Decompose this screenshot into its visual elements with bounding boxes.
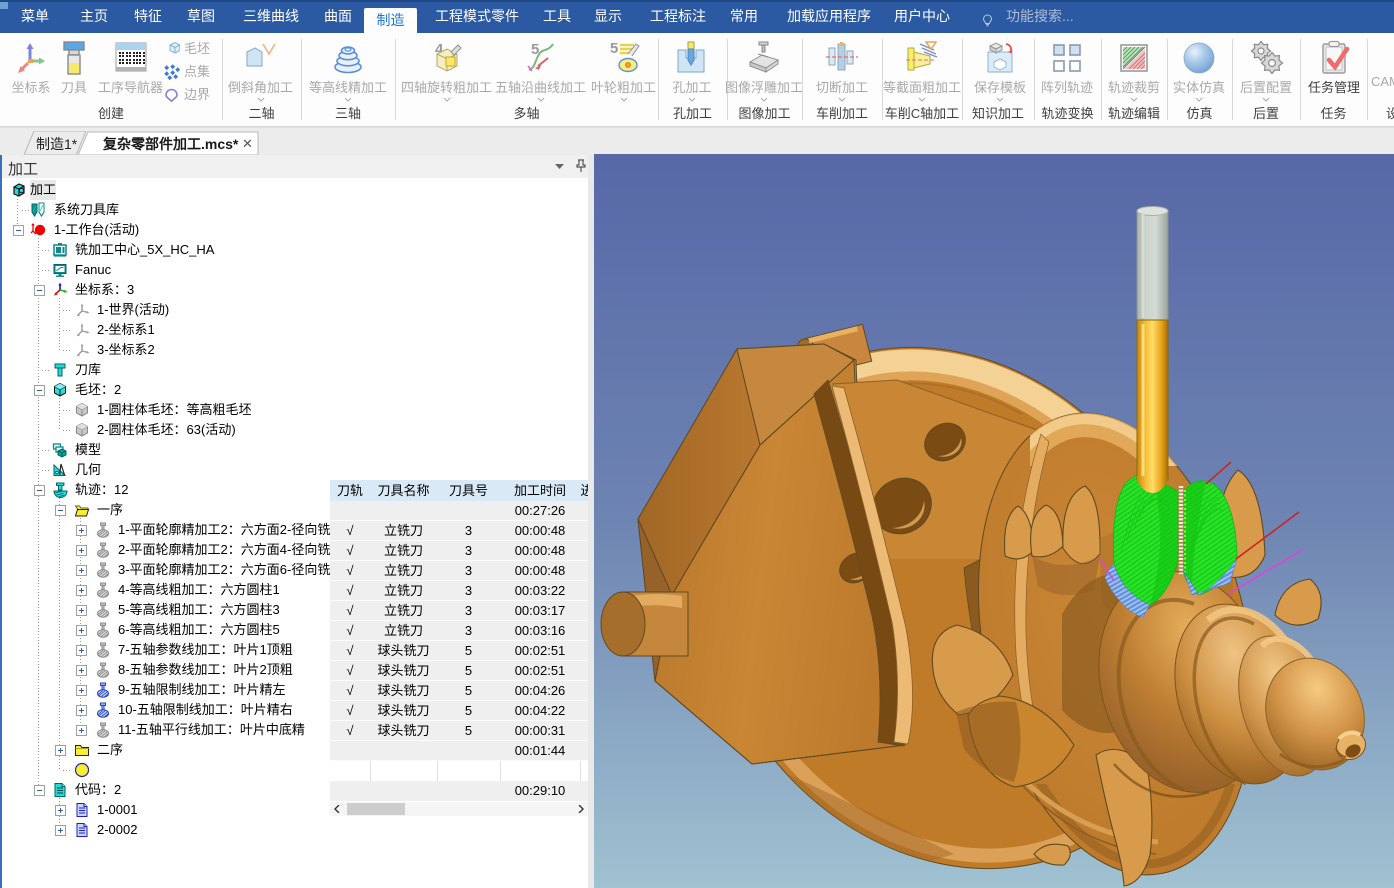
svg-text:5: 5 — [610, 40, 618, 57]
